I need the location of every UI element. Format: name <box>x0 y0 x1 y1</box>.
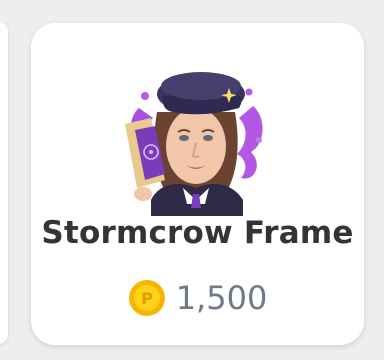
item-price: 1,500 <box>175 279 268 317</box>
coin-glyph: P <box>141 289 153 308</box>
price-row: P 1,500 <box>31 276 364 320</box>
shop-item-card[interactable]: Stormcrow Frame P 1,500 <box>31 23 364 345</box>
coin-icon: P <box>128 280 165 316</box>
avatar-frame-art-icon <box>125 72 263 216</box>
item-title: Stormcrow Frame <box>41 215 354 251</box>
previous-card-edge[interactable] <box>0 22 8 344</box>
